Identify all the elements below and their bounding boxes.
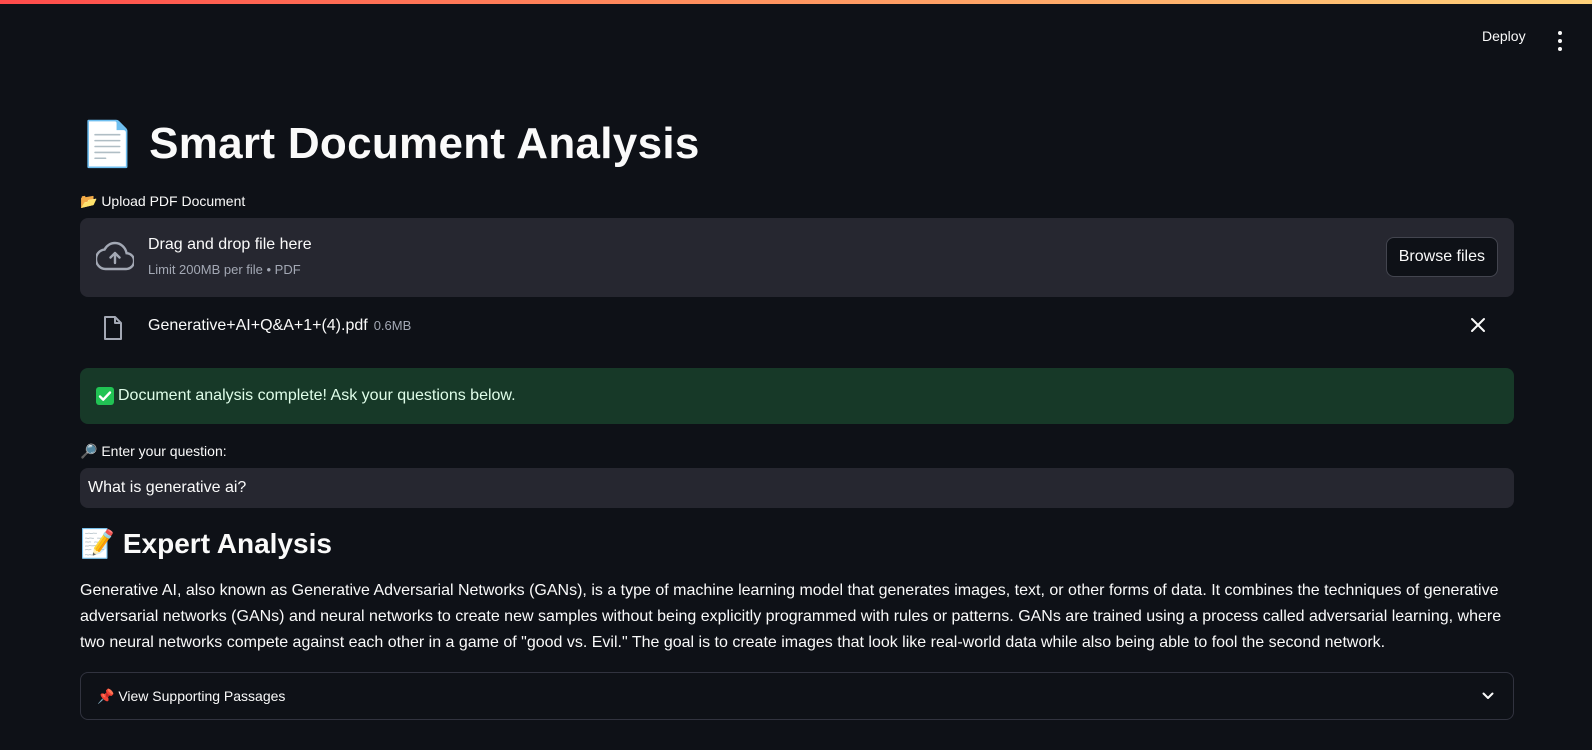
uploaded-file-row: Generative+AI+Q&A+1+(4).pdf 0.6MB (80, 308, 1514, 348)
question-input[interactable] (80, 468, 1514, 508)
file-dropzone[interactable]: Drag and drop file here Limit 200MB per … (80, 218, 1514, 297)
analysis-heading-emoji: 📝 (80, 528, 115, 559)
analysis-heading: 📝 Expert Analysis (80, 527, 332, 560)
file-size: 0.6MB (373, 318, 412, 333)
page-title-text: Smart Document Analysis (149, 119, 700, 168)
page-title-emoji: 📄 (80, 120, 136, 169)
supporting-passages-expander[interactable]: 📌 View Supporting Passages (80, 672, 1514, 720)
chevron-down-icon (1482, 692, 1494, 699)
close-icon[interactable] (1470, 317, 1486, 333)
upload-label: 📂 Upload PDF Document (80, 193, 246, 209)
uploaded-file-name: Generative+AI+Q&A+1+(4).pdf 0.6MB (148, 317, 411, 335)
browse-files-button[interactable]: Browse files (1385, 237, 1498, 277)
success-message: Document analysis complete! Ask your que… (118, 387, 516, 404)
check-mark-icon (96, 387, 114, 405)
file-icon (104, 316, 122, 340)
dropzone-instructions: Drag and drop file here (148, 236, 312, 253)
analysis-heading-text: Expert Analysis (122, 527, 332, 559)
dropzone-limit: Limit 200MB per file • PDF (148, 262, 301, 277)
file-name-text: Generative+AI+Q&A+1+(4).pdf (148, 317, 368, 334)
analysis-answer: Generative AI, also known as Generative … (80, 582, 1502, 651)
question-label: 🔎 Enter your question: (80, 443, 227, 459)
success-alert: Document analysis complete! Ask your que… (80, 368, 1514, 424)
cloud-upload-icon (96, 241, 134, 271)
page-title: 📄 Smart Document Analysis (80, 118, 700, 170)
app-header: Deploy (0, 4, 1592, 72)
kebab-menu-icon[interactable] (1553, 31, 1567, 51)
deploy-button[interactable]: Deploy (1482, 28, 1526, 44)
expander-label: 📌 View Supporting Passages (97, 688, 286, 704)
